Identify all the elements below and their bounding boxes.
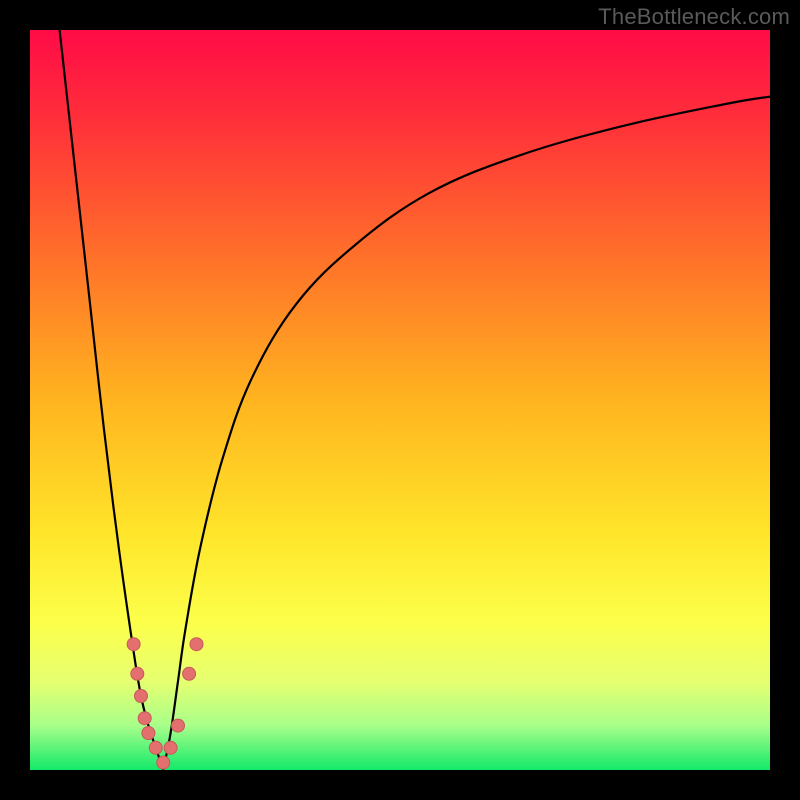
watermark-label: TheBottleneck.com	[598, 4, 790, 30]
plot-area	[30, 30, 770, 770]
curve-layer	[30, 30, 770, 770]
left-curve	[60, 30, 164, 770]
right-curve	[163, 97, 770, 770]
data-markers	[127, 638, 203, 769]
chart-frame: TheBottleneck.com	[0, 0, 800, 800]
